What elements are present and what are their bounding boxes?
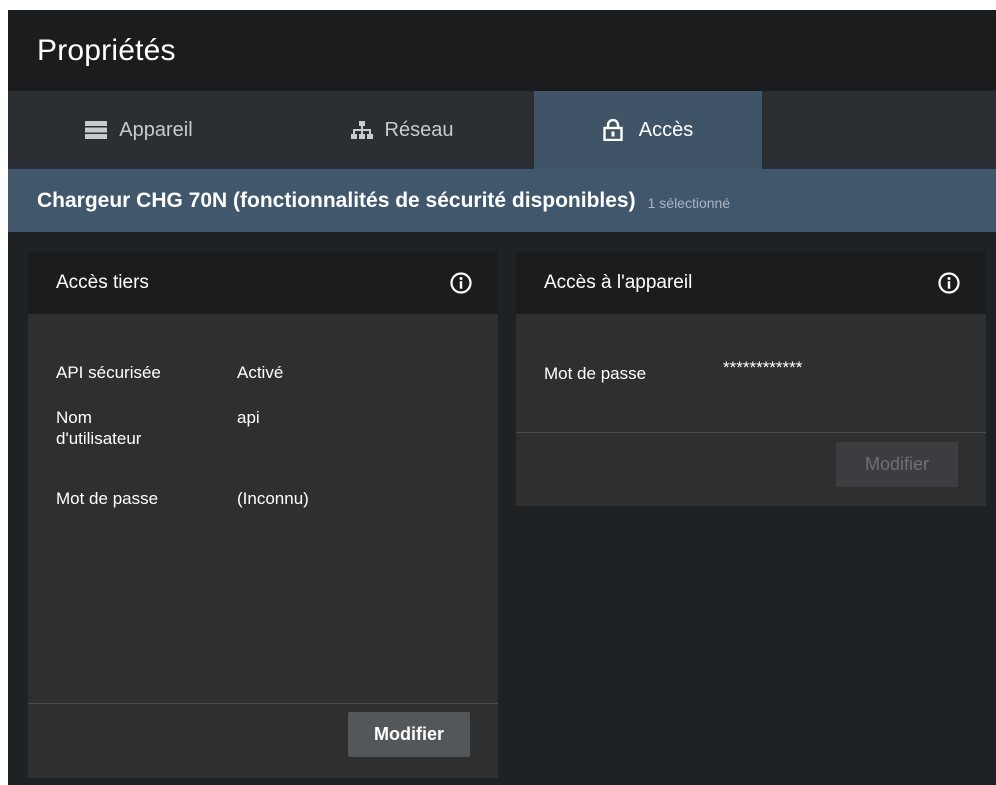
modify-button[interactable]: Modifier xyxy=(348,712,470,757)
tab-bar: Appareil Réseau Accès xyxy=(8,91,996,169)
card-title: Accès à l'appareil xyxy=(544,272,693,293)
tab-reseau-label: Réseau xyxy=(384,118,454,141)
kv-label: API sécurisée xyxy=(56,363,161,382)
card-header: Accès tiers xyxy=(28,252,498,314)
device-access-card: Accès à l'appareil Mot de passe ********… xyxy=(516,252,986,506)
card-divider xyxy=(28,703,498,704)
tab-acces-label: Accès xyxy=(638,118,694,141)
info-icon[interactable] xyxy=(938,272,960,294)
selection-count: 1 sélectionné xyxy=(647,194,731,211)
modify-button-disabled[interactable]: Modifier xyxy=(836,442,958,487)
tab-reseau[interactable]: Réseau xyxy=(270,91,534,169)
tab-appareil-label: Appareil xyxy=(119,118,193,141)
title-bar: Propriétés xyxy=(8,10,996,91)
kv-value: api xyxy=(237,408,260,427)
content-area: Accès tiers API sécurisée Activé Nom d'u… xyxy=(8,232,996,785)
network-icon xyxy=(350,121,373,139)
kv-label: Nom d'utilisateur xyxy=(56,408,142,448)
kv-value: (Inconnu) xyxy=(237,489,309,508)
card-title: Accès tiers xyxy=(56,272,149,293)
tab-acces[interactable]: Accès xyxy=(534,91,762,169)
info-icon[interactable] xyxy=(450,272,472,294)
device-header: Chargeur CHG 70N (fonctionnalités de séc… xyxy=(8,169,996,232)
kv-label: Mot de passe xyxy=(544,364,647,383)
lock-icon xyxy=(603,119,623,141)
window-title: Propriétés xyxy=(37,33,176,67)
device-name: Chargeur CHG 70N (fonctionnalités de séc… xyxy=(37,188,636,212)
card-divider xyxy=(516,432,986,433)
tab-appareil[interactable]: Appareil xyxy=(8,91,270,169)
card-header: Accès à l'appareil xyxy=(516,252,986,314)
kv-label: Mot de passe xyxy=(56,489,159,508)
third-party-access-card: Accès tiers API sécurisée Activé Nom d'u… xyxy=(28,252,498,778)
kv-value: ************ xyxy=(723,358,803,377)
kv-value: Activé xyxy=(237,363,284,382)
server-icon xyxy=(85,121,108,139)
properties-window: Propriétés Appareil Réseau Accès Chargeu… xyxy=(8,10,996,785)
